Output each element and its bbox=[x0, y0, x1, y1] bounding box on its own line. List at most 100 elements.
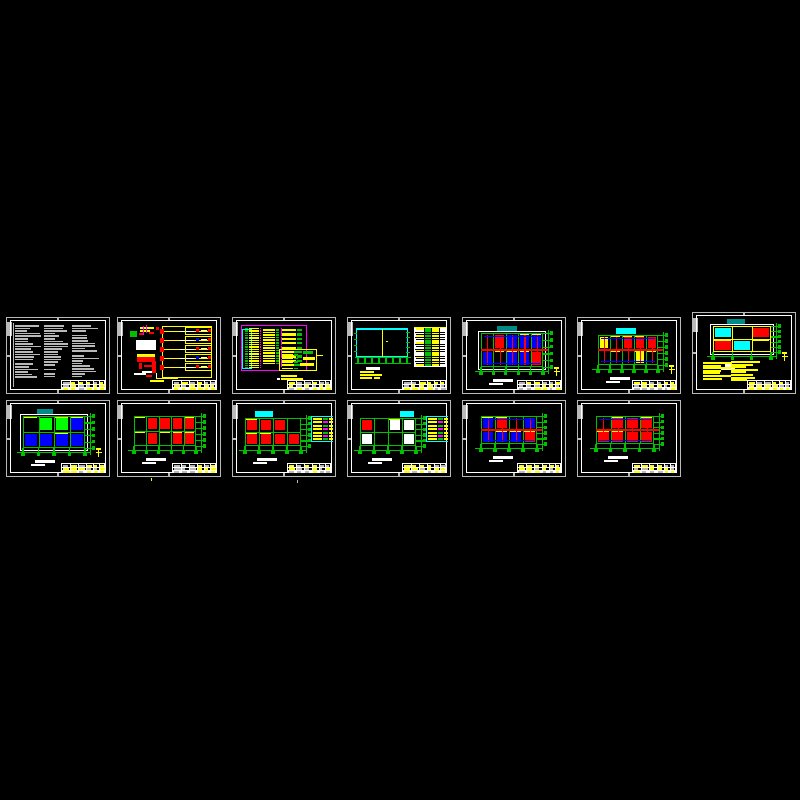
drawing-title-block[interactable] bbox=[172, 380, 217, 390]
title-block-text bbox=[535, 468, 539, 470]
drawing-set-canvas bbox=[0, 0, 800, 800]
top-wall bbox=[356, 328, 408, 329]
drawing-title-block[interactable] bbox=[287, 380, 332, 390]
legend-text bbox=[428, 431, 437, 434]
title-block-text bbox=[671, 385, 676, 387]
drawing-title-block[interactable] bbox=[402, 380, 447, 390]
title-block-text bbox=[543, 382, 547, 384]
drawing-title-block[interactable] bbox=[632, 380, 677, 390]
grid-tick bbox=[196, 434, 203, 436]
spec-text-line bbox=[15, 340, 29, 343]
grid-bubble bbox=[608, 370, 612, 374]
circuit-text bbox=[282, 357, 293, 360]
title-block-text bbox=[519, 465, 524, 467]
reflected-ceiling-plan-sheet[interactable] bbox=[347, 400, 451, 477]
drawing-content bbox=[352, 404, 448, 474]
north-arrow-bar bbox=[668, 369, 675, 371]
drawing-content bbox=[237, 404, 333, 474]
riser-diagram-sheet[interactable] bbox=[117, 317, 221, 394]
grid-bubble bbox=[544, 414, 548, 418]
room-label bbox=[24, 416, 37, 418]
spec-text-line bbox=[15, 356, 34, 358]
branch-pipe bbox=[616, 337, 618, 363]
drawing-content bbox=[122, 404, 218, 474]
spec-text-line bbox=[15, 332, 40, 335]
grid-bubble bbox=[299, 451, 303, 455]
circuit-text bbox=[249, 351, 259, 353]
ground-floor-plan-sheet[interactable] bbox=[6, 400, 110, 477]
floor-plan-level-a-sheet[interactable] bbox=[462, 317, 566, 394]
title-block-text bbox=[535, 388, 541, 390]
title-block-text bbox=[535, 465, 540, 467]
grid-bubble bbox=[21, 453, 25, 457]
title-block-text bbox=[320, 471, 324, 473]
drawing-title-block[interactable] bbox=[61, 380, 106, 390]
legend-swatch bbox=[323, 438, 328, 441]
table-cell-text bbox=[416, 354, 424, 356]
room-fill bbox=[403, 433, 415, 444]
hvac-plan-sheet[interactable] bbox=[577, 400, 681, 477]
title-block-text bbox=[63, 471, 70, 473]
grid-bubble bbox=[778, 340, 782, 344]
riser-tag bbox=[150, 380, 164, 382]
circuit-marker bbox=[245, 346, 248, 348]
grid-bubble bbox=[535, 449, 539, 453]
circuit-marker bbox=[245, 337, 248, 339]
grid-tick bbox=[537, 427, 544, 429]
drawing-title-block[interactable] bbox=[517, 463, 562, 473]
branch-pipe bbox=[516, 418, 518, 442]
title-block-text bbox=[556, 382, 560, 384]
plan-title-text bbox=[610, 377, 630, 380]
drawing-frame bbox=[351, 403, 448, 474]
circuit-marker bbox=[245, 355, 248, 357]
site-plan-sheet[interactable] bbox=[347, 317, 451, 394]
drawing-title-block[interactable] bbox=[632, 463, 677, 473]
grid-tick bbox=[416, 440, 423, 442]
circuit-tick bbox=[260, 348, 261, 351]
title-block-text bbox=[211, 388, 215, 390]
grid-line bbox=[707, 356, 777, 357]
grid-tick bbox=[354, 345, 357, 346]
drawing-title-block[interactable] bbox=[517, 380, 562, 390]
table-cell-text bbox=[432, 328, 439, 330]
title-block-text bbox=[650, 465, 654, 467]
title-block-text bbox=[535, 471, 540, 473]
room-fill bbox=[55, 417, 68, 430]
title-block-text bbox=[765, 382, 771, 384]
room-fill bbox=[71, 417, 84, 430]
drawing-title-block[interactable] bbox=[172, 463, 217, 473]
grid-bubble bbox=[507, 449, 511, 453]
title-block-text bbox=[205, 388, 209, 390]
panel-schedule-sheet[interactable] bbox=[232, 317, 336, 394]
design-notes-sheet[interactable] bbox=[6, 317, 110, 394]
branch-pipe bbox=[604, 337, 606, 363]
drawing-title-block[interactable] bbox=[61, 463, 106, 473]
plan-title-underline bbox=[366, 367, 380, 370]
branch-pipe bbox=[499, 335, 501, 365]
roof-plan-sheet[interactable] bbox=[232, 400, 336, 477]
grid-bubble bbox=[529, 372, 533, 376]
title-block-text bbox=[428, 382, 432, 384]
drawing-title-block[interactable] bbox=[747, 380, 792, 390]
circuit-text bbox=[263, 355, 275, 357]
room-fill bbox=[185, 432, 195, 444]
title-block-text bbox=[527, 471, 531, 473]
title-block-text bbox=[79, 465, 85, 467]
legend-text bbox=[329, 431, 333, 434]
title-block-text bbox=[289, 471, 294, 473]
floor-plan-level-b-sheet[interactable] bbox=[577, 317, 681, 394]
grid-bubble bbox=[661, 425, 665, 429]
title-block-text bbox=[198, 388, 203, 390]
drawing-frame bbox=[696, 315, 792, 390]
load-block bbox=[300, 363, 314, 366]
typical-floor-plan-sheet[interactable] bbox=[117, 400, 221, 477]
legend-swatch bbox=[438, 424, 443, 427]
drawing-frame bbox=[10, 403, 106, 473]
spec-text-line bbox=[15, 330, 28, 332]
drawing-title-block[interactable] bbox=[287, 463, 332, 473]
floor-plan-level-c-sheet[interactable] bbox=[692, 312, 796, 394]
branch-pipe bbox=[599, 419, 651, 420]
drawing-title-block[interactable] bbox=[402, 463, 447, 473]
plumbing-plan-sheet[interactable] bbox=[462, 400, 566, 477]
title-block-text bbox=[420, 382, 426, 384]
